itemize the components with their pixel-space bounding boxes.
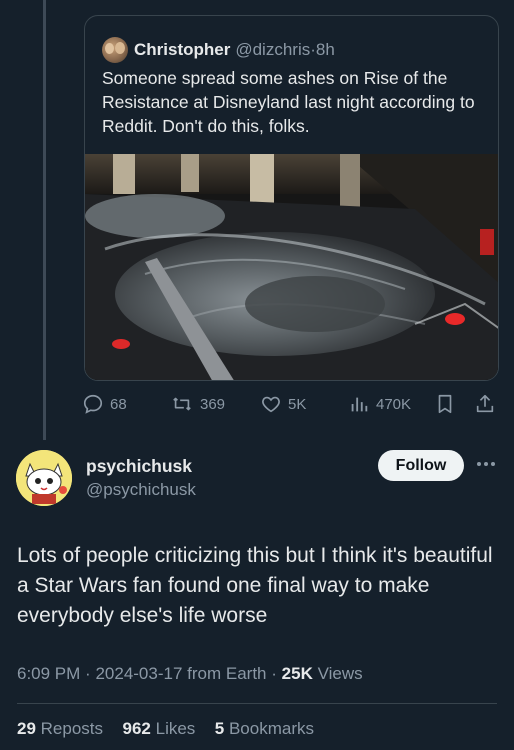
views-count: 470K [376, 395, 412, 413]
quoted-author-handle[interactable]: @dizchris [235, 40, 310, 60]
tweet-engagement-stats: 29 Reposts 962 Likes 5 Bookmarks [17, 719, 314, 739]
quoted-author-avatar[interactable] [102, 37, 128, 63]
like-action[interactable]: 5K [260, 392, 306, 416]
bookmark-icon [438, 394, 452, 414]
bookmark-action[interactable] [434, 392, 456, 416]
share-icon [476, 394, 494, 413]
follow-button[interactable]: Follow [378, 450, 464, 481]
views-label: Views [317, 664, 363, 683]
reply-tweet-text: Lots of people criticizing this but I th… [17, 544, 493, 627]
bookmarks-label: Bookmarks [228, 719, 314, 738]
quoted-tweet-card[interactable]: Christopher @dizchris · 8h Someone sprea… [84, 15, 499, 381]
like-count: 5K [288, 395, 307, 413]
stats-divider [17, 703, 497, 704]
thread-connector-line [43, 0, 46, 440]
reply-author-avatar[interactable] [16, 450, 72, 506]
cat-avatar-icon [16, 450, 72, 506]
reply-count: 68 [110, 395, 127, 413]
more-options-button[interactable] [474, 452, 498, 476]
repost-icon [173, 397, 191, 411]
bookmarks-total: 5 [214, 719, 225, 738]
quoted-author-name[interactable]: Christopher [134, 40, 230, 60]
reposts-label: Reposts [40, 719, 104, 738]
meta-dot-2: · [271, 664, 277, 683]
reposts-stat[interactable]: 29 Reposts [17, 719, 103, 738]
tweet-source: from Earth [187, 664, 267, 683]
tweet-date[interactable]: 2024-03-17 [95, 664, 182, 683]
repost-count: 369 [200, 395, 226, 413]
repost-action[interactable]: 369 [170, 392, 225, 416]
ride-floor-photo [85, 154, 498, 380]
reply-author-handle[interactable]: @psychichusk [86, 480, 196, 500]
reply-action[interactable]: 68 [82, 392, 127, 416]
views-icon [351, 397, 368, 412]
quoted-tweet-photo[interactable] [85, 154, 498, 380]
likes-total: 962 [122, 719, 151, 738]
meta-dot: · [85, 664, 91, 683]
quoted-tweet-header: Christopher @dizchris · 8h [102, 37, 335, 63]
quoted-tweet-text: Someone spread some ashes on Rise of the… [102, 68, 475, 136]
likes-label: Likes [155, 719, 196, 738]
like-icon [262, 396, 280, 413]
likes-stat[interactable]: 962 Likes [123, 719, 196, 738]
reply-icon [83, 394, 103, 414]
quoted-tweet-age[interactable]: 8h [316, 40, 335, 60]
tweet-metadata: 6:09 PM · 2024-03-17 from Earth · 25K Vi… [17, 664, 363, 684]
more-dots-icon [477, 462, 495, 466]
tweet-action-bar: 68 369 5K 470K [82, 392, 502, 416]
views-action[interactable]: 470K [348, 392, 411, 416]
reply-author-name[interactable]: psychichusk [86, 456, 192, 477]
tweet-time[interactable]: 6:09 PM [17, 664, 80, 683]
bookmarks-stat[interactable]: 5 Bookmarks [215, 719, 314, 738]
share-action[interactable] [474, 392, 496, 416]
views-total: 25K [281, 664, 313, 683]
tweet-detail-page: Christopher @dizchris · 8h Someone sprea… [0, 0, 514, 750]
reposts-total: 29 [17, 719, 36, 738]
